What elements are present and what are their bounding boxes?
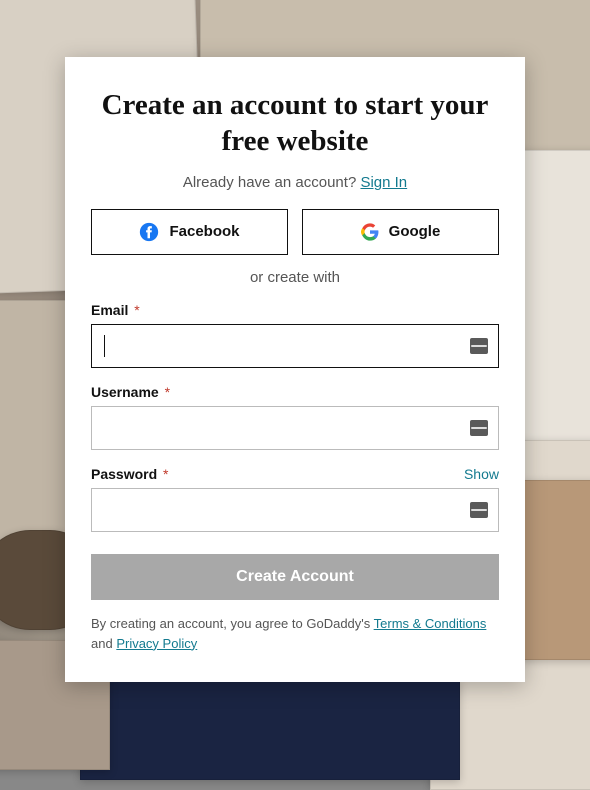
password-manager-icon[interactable]: [470, 420, 488, 436]
google-icon: [361, 223, 379, 241]
email-label: Email *: [91, 302, 140, 318]
modal-title: Create an account to start your free web…: [91, 87, 499, 160]
required-mark: *: [165, 384, 170, 400]
google-label: Google: [389, 223, 441, 240]
username-label: Username *: [91, 384, 170, 400]
facebook-button[interactable]: Facebook: [91, 209, 288, 255]
sign-in-link[interactable]: Sign In: [360, 174, 407, 191]
username-field-group: Username *: [91, 384, 499, 450]
terms-link[interactable]: Terms & Conditions: [374, 616, 487, 631]
facebook-icon: [139, 222, 159, 242]
username-input-box[interactable]: [91, 406, 499, 450]
create-account-button[interactable]: Create Account: [91, 554, 499, 600]
privacy-link[interactable]: Privacy Policy: [116, 636, 197, 651]
password-input-box[interactable]: [91, 488, 499, 532]
password-manager-icon[interactable]: [470, 338, 488, 354]
signup-modal: Create an account to start your free web…: [65, 57, 525, 682]
text-caret: [104, 335, 105, 357]
social-buttons-row: Facebook Google: [91, 209, 499, 255]
facebook-label: Facebook: [169, 223, 239, 240]
have-account-row: Already have an account? Sign In: [91, 174, 499, 191]
email-input[interactable]: [92, 325, 498, 367]
password-field-group: Password * Show: [91, 466, 499, 532]
username-input[interactable]: [92, 407, 498, 449]
google-button[interactable]: Google: [302, 209, 499, 255]
email-input-box[interactable]: [91, 324, 499, 368]
show-password-toggle[interactable]: Show: [464, 466, 499, 482]
have-account-text: Already have an account?: [183, 174, 361, 191]
password-label: Password *: [91, 466, 168, 482]
password-manager-icon[interactable]: [470, 502, 488, 518]
email-field-group: Email *: [91, 302, 499, 368]
or-create-text: or create with: [91, 269, 499, 286]
disclaimer-text: By creating an account, you agree to GoD…: [91, 614, 499, 654]
password-input[interactable]: [92, 489, 498, 531]
required-mark: *: [163, 466, 168, 482]
required-mark: *: [134, 302, 139, 318]
